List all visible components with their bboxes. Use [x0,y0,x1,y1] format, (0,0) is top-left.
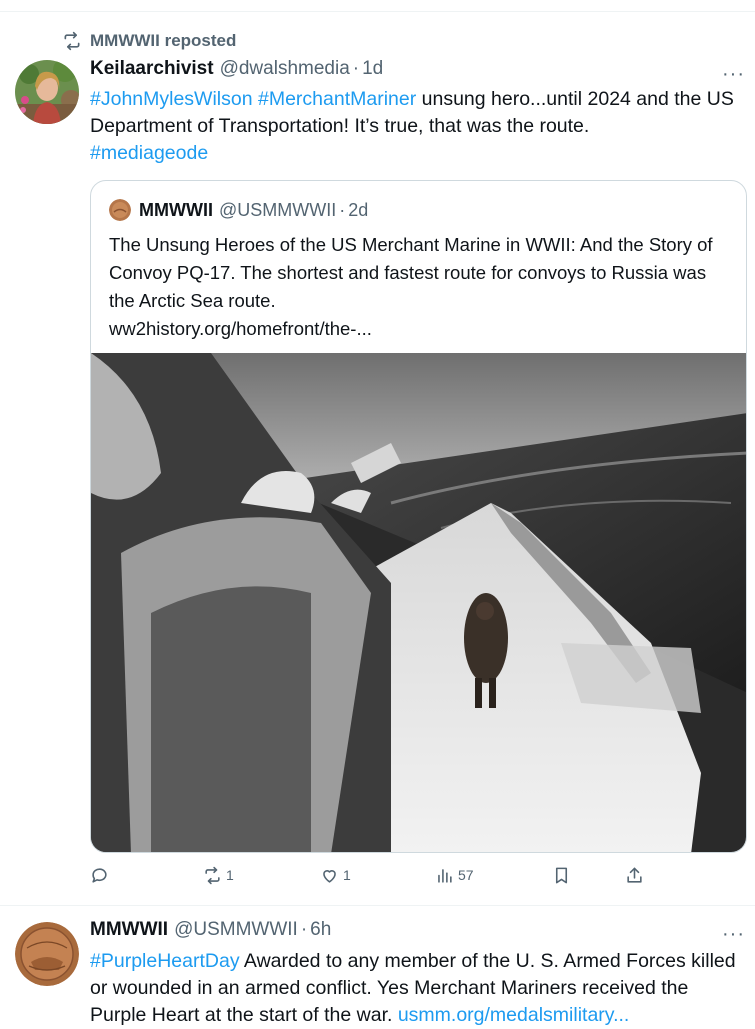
quoted-tweet-header: MMWWII @USMMWWII · 2d [109,199,368,221]
repost-icon [64,31,80,51]
hashtag-link[interactable]: #JohnMylesWilson [90,88,253,110]
external-link[interactable]: usmm.org/medalsmilitary... [398,1004,630,1026]
reply-button[interactable] [90,860,113,890]
separator-dot: · [352,58,360,79]
author-name[interactable]: MMWWII [90,919,168,941]
reply-icon [92,867,107,883]
share-icon [627,867,642,883]
repost-label: MMWWII reposted [90,31,237,50]
repost-button[interactable]: 1 [203,860,234,890]
hashtag-link[interactable]: #PurpleHeartDay [90,950,240,972]
quoted-author-handle: @USMMWWII [218,199,337,220]
author-handle[interactable]: @dwalshmedia [220,58,350,80]
tweet-text: #JohnMylesWilson #MerchantMariner unsung… [90,86,750,167]
timestamp[interactable]: 6h [310,919,331,941]
author-handle[interactable]: @USMMWWII [174,919,298,941]
author-name[interactable]: Keilaarchivist [90,58,214,80]
separator-dot: · [339,199,346,220]
views-count: 57 [458,867,474,883]
quoted-body-text: The Unsung Heroes of the US Merchant Mar… [109,234,713,311]
more-options-icon[interactable]: ··· [722,64,745,84]
repost-indicator[interactable]: MMWWII reposted [62,30,236,52]
tweet-text: #PurpleHeartDay Awarded to any member of… [90,948,750,1029]
separator-dot: · [300,919,308,940]
like-count: 1 [343,867,351,883]
share-button[interactable] [625,860,644,890]
avatar[interactable] [15,922,79,986]
more-options-icon[interactable]: ··· [722,924,745,944]
tweet-actions-bar: 1 1 57 [90,860,650,890]
quoted-tweet-card[interactable]: MMWWII @USMMWWII · 2d The Unsung Heroes … [90,180,747,853]
repost-count: 1 [226,867,234,883]
timestamp[interactable]: 1d [362,58,383,80]
views-bar-chart-icon [438,868,452,883]
quoted-tweet-image[interactable] [91,353,746,852]
like-button[interactable]: 1 [320,860,351,890]
tweet-header: MMWWII @USMMWWII · 6h [90,918,331,942]
hashtag-link[interactable]: #MerchantMariner [258,88,416,110]
bookmark-icon [555,867,568,883]
repost-icon [205,866,220,884]
bookmark-button[interactable] [552,860,571,890]
quoted-tweet-text: The Unsung Heroes of the US Merchant Mar… [109,231,734,343]
heart-icon [323,869,336,883]
tweet-header: Keilaarchivist @dwalshmedia · 1d [90,57,383,81]
quoted-link[interactable]: ww2history.org/homefront/the-... [109,318,372,339]
quoted-avatar [109,199,131,221]
tweet-divider [0,905,755,906]
top-divider [0,11,755,12]
quoted-author-name: MMWWII [139,199,213,220]
views-button[interactable]: 57 [435,860,474,890]
quoted-timestamp: 2d [348,199,369,220]
avatar[interactable] [15,60,79,124]
hashtag-link[interactable]: #mediageode [90,142,208,164]
